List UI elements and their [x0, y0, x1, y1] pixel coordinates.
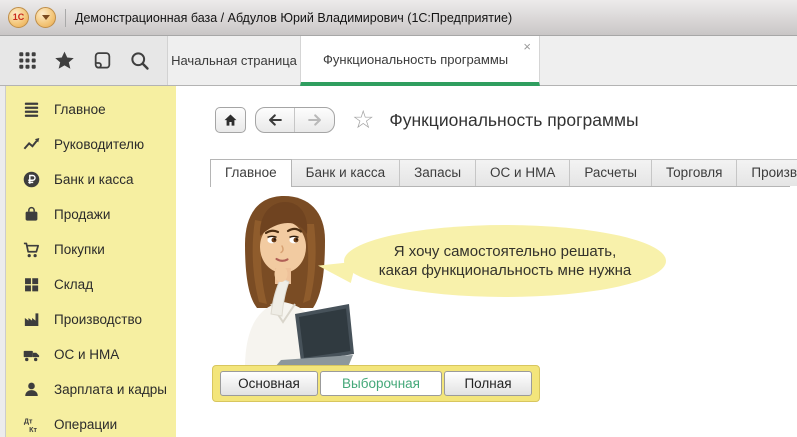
mode-button-vyborochnaya[interactable]: Выборочная — [320, 371, 442, 396]
tab-proizvodstvo[interactable]: Производство — [736, 159, 797, 186]
sidebar-gutter — [0, 86, 6, 437]
sidebar-item-warehouse[interactable]: Склад — [0, 267, 176, 302]
favorites-star-icon — [54, 50, 75, 71]
search-button[interactable] — [126, 47, 154, 75]
tab-label: Запасы — [414, 165, 461, 180]
sidebar-item-os-nma[interactable]: ОС и НМА — [0, 337, 176, 372]
page-navigation-row: ☆ Функциональность программы — [215, 107, 639, 133]
home-icon — [222, 112, 239, 129]
svg-text:Дт: Дт — [23, 418, 32, 426]
sidebar-item-label: Операции — [54, 417, 117, 432]
tab-label: Главное — [225, 165, 277, 180]
tab-label: Торговля — [666, 165, 722, 180]
sidebar-item-bank-cash[interactable]: Банк и касса — [0, 162, 176, 197]
tab-bank-kassa[interactable]: Банк и касса — [291, 159, 401, 186]
factory-icon — [21, 310, 41, 330]
quick-toolbar — [0, 36, 168, 85]
home-button[interactable] — [215, 107, 246, 133]
page-content: ☆ Функциональность программы Главное Бан… — [176, 86, 797, 437]
sidebar-item-label: ОС и НМА — [54, 347, 119, 362]
tab-zapasy[interactable]: Запасы — [399, 159, 476, 186]
1c-logo-icon: 1С — [13, 13, 25, 22]
sidebar-item-label: Зарплата и кадры — [54, 382, 167, 397]
arrow-left-icon — [266, 111, 284, 129]
trend-chart-icon — [21, 135, 41, 155]
titlebar-separator — [65, 9, 66, 27]
sidebar-item-operations[interactable]: ДтКт Операции — [0, 407, 176, 437]
tab-torgovlya[interactable]: Торговля — [651, 159, 737, 186]
apps-menu-button[interactable] — [13, 47, 41, 75]
sidebar-item-label: Главное — [54, 102, 106, 117]
tab-label: Производство — [751, 165, 797, 180]
tab-home-page[interactable]: Начальная страница — [168, 36, 300, 85]
chevron-down-icon — [42, 15, 50, 20]
app-logo-button[interactable]: 1С — [8, 7, 29, 28]
tab-raschety[interactable]: Расчеты — [569, 159, 652, 186]
speech-line-2: какая функциональность мне нужна — [379, 261, 631, 280]
warehouse-icon — [21, 275, 41, 295]
tab-functionality[interactable]: Функциональность программы × — [300, 36, 540, 86]
main-area: Главное Руководителю Банк и касса — [0, 86, 797, 437]
search-icon — [129, 50, 150, 71]
app-window: 1С Демонстрационная база / Абдулов Юрий … — [0, 0, 797, 437]
history-button[interactable] — [88, 47, 116, 75]
sidebar-item-label: Производство — [54, 312, 142, 327]
tab-toolbar-row: Начальная страница Функциональность прог… — [0, 36, 797, 86]
mode-button-polnaya[interactable]: Полная — [444, 371, 532, 396]
window-titlebar: 1С Демонстрационная база / Абдулов Юрий … — [0, 0, 797, 36]
back-button[interactable] — [256, 108, 295, 132]
history-scroll-icon — [92, 50, 113, 71]
forward-button[interactable] — [295, 108, 334, 132]
speech-bubble: Я хочу самостоятельно решать, какая функ… — [344, 225, 666, 297]
shopping-cart-icon — [21, 240, 41, 260]
speech-line-1: Я хочу самостоятельно решать, — [394, 242, 616, 261]
mode-button-osnovnaya[interactable]: Основная — [220, 371, 318, 396]
history-nav-group — [255, 107, 335, 133]
tab-label: Функциональность программы — [323, 52, 508, 67]
favorites-button[interactable] — [51, 47, 79, 75]
functionality-mode-highlight: Основная Выборочная Полная — [212, 365, 540, 402]
functionality-tabs: Главное Банк и касса Запасы ОС и НМА Рас… — [210, 159, 790, 187]
sidebar-item-purchases[interactable]: Покупки — [0, 232, 176, 267]
sidebar-item-label: Склад — [54, 277, 93, 292]
tab-label: Начальная страница — [171, 53, 297, 68]
tab-label: Банк и касса — [306, 165, 386, 180]
sidebar-item-label: Руководителю — [54, 137, 144, 152]
sales-bag-icon — [21, 205, 41, 225]
sidebar-item-production[interactable]: Производство — [0, 302, 176, 337]
ruble-coin-icon — [21, 170, 41, 190]
tab-label: Расчеты — [584, 165, 637, 180]
sidebar-item-label: Продажи — [54, 207, 110, 222]
truck-icon — [21, 345, 41, 365]
sections-sidebar: Главное Руководителю Банк и касса — [0, 86, 176, 437]
tab-os-nma[interactable]: ОС и НМА — [475, 159, 570, 186]
sidebar-item-label: Покупки — [54, 242, 105, 257]
sidebar-item-sales[interactable]: Продажи — [0, 197, 176, 232]
sidebar-item-label: Банк и касса — [54, 172, 134, 187]
sidebar-item-manager[interactable]: Руководителю — [0, 127, 176, 162]
sidebar-list: Главное Руководителю Банк и касса — [0, 86, 176, 437]
svg-text:Кт: Кт — [29, 426, 37, 434]
window-title: Демонстрационная база / Абдулов Юрий Вла… — [75, 11, 512, 25]
person-icon — [21, 380, 41, 400]
tab-glavnoe[interactable]: Главное — [210, 159, 292, 187]
tab-label: ОС и НМА — [490, 165, 555, 180]
main-menu-dropdown-button[interactable] — [35, 7, 56, 28]
apps-grid-icon — [17, 50, 38, 71]
favorite-star-icon[interactable]: ☆ — [352, 108, 374, 133]
sidebar-item-salary-hr[interactable]: Зарплата и кадры — [0, 372, 176, 407]
sections-menu-icon — [21, 100, 41, 120]
arrow-right-icon — [306, 111, 324, 129]
debit-credit-icon: ДтКт — [21, 415, 41, 435]
close-icon[interactable]: × — [523, 40, 531, 53]
page-title: Функциональность программы — [389, 110, 638, 131]
sidebar-item-main[interactable]: Главное — [0, 92, 176, 127]
